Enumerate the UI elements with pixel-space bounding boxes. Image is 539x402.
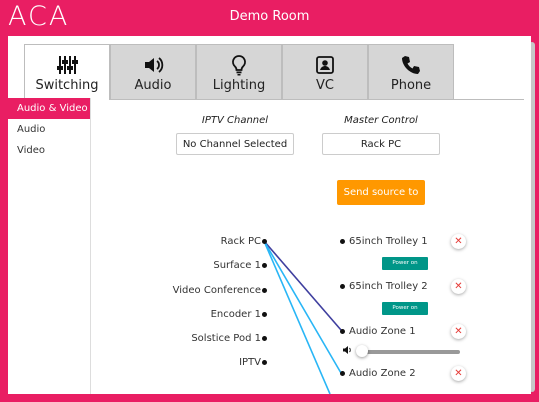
source-connector[interactable] xyxy=(262,360,267,365)
top-bar: ACA Demo Room xyxy=(0,0,539,36)
power-on-button[interactable]: Power on xyxy=(382,302,428,315)
volume-icon xyxy=(343,346,351,354)
source-label[interactable]: Solstice Pod 1 xyxy=(191,333,261,344)
source-connector[interactable] xyxy=(262,263,267,268)
room-title: Demo Room xyxy=(229,9,310,24)
volume-slider-thumb[interactable] xyxy=(356,345,368,357)
destination-label[interactable]: Audio Zone 2 xyxy=(349,368,416,379)
source-connector[interactable] xyxy=(262,336,267,341)
destination-label[interactable]: 65inch Trolley 1 xyxy=(349,236,428,247)
source-label[interactable]: IPTV xyxy=(239,357,261,368)
source-label[interactable]: Surface 1 xyxy=(213,260,261,271)
power-on-button[interactable]: Power on xyxy=(382,257,428,270)
destination-label[interactable]: Audio Zone 1 xyxy=(349,326,416,337)
remove-route-button[interactable]: ✕ xyxy=(451,279,466,294)
source-connector[interactable] xyxy=(262,312,267,317)
destination-connector[interactable] xyxy=(340,239,345,244)
source-connector[interactable] xyxy=(262,239,267,244)
route-line-zone1 xyxy=(263,240,342,331)
remove-route-button[interactable]: ✕ xyxy=(451,234,466,249)
source-label[interactable]: Video Conference xyxy=(173,285,261,296)
destination-connector[interactable] xyxy=(340,371,345,376)
remove-route-button[interactable]: ✕ xyxy=(451,324,466,339)
routing-lines xyxy=(263,240,342,394)
volume-slider-track[interactable] xyxy=(360,350,460,354)
route-line-offscreen xyxy=(263,240,331,394)
remove-route-button[interactable]: ✕ xyxy=(451,366,466,381)
destination-connector[interactable] xyxy=(340,329,345,334)
source-label[interactable]: Rack PC xyxy=(221,236,261,247)
main-panel: Switching Audio Lighting VC Phone Audio … xyxy=(8,36,531,394)
source-label[interactable]: Encoder 1 xyxy=(211,309,261,320)
source-connector[interactable] xyxy=(262,288,267,293)
destination-connector[interactable] xyxy=(340,284,345,289)
route-line-zone2 xyxy=(263,240,342,374)
destination-label[interactable]: 65inch Trolley 2 xyxy=(349,281,428,292)
